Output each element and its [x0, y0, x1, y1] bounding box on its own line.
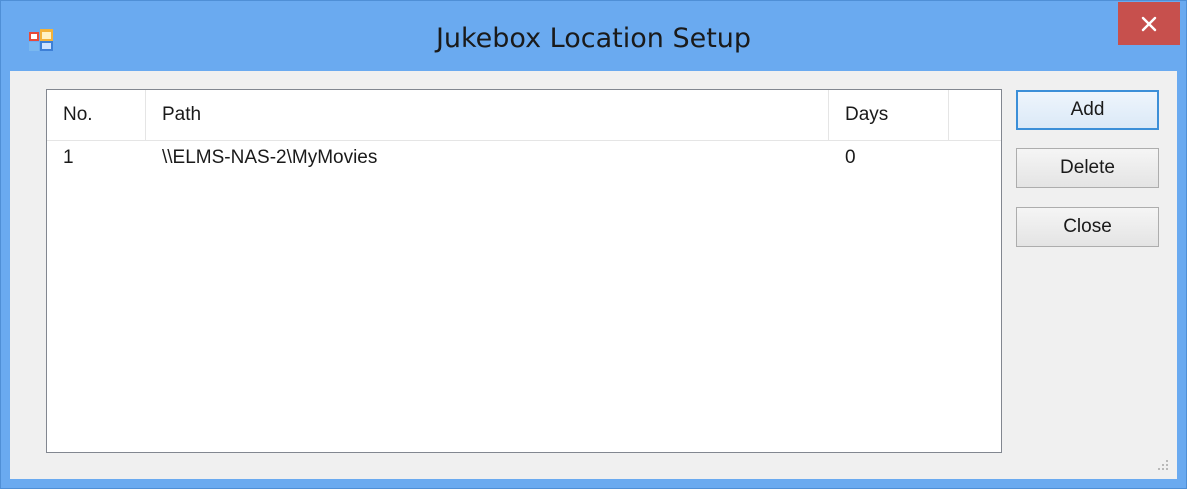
cell-days: 0 — [845, 147, 856, 168]
resize-grip-icon[interactable] — [1155, 457, 1169, 471]
cell-path: \\ELMS-NAS-2\MyMovies — [162, 147, 378, 168]
column-header-days[interactable]: Days — [829, 90, 949, 140]
title-bar[interactable]: Jukebox Location Setup — [1, 1, 1186, 71]
close-button[interactable]: Close — [1016, 207, 1159, 247]
column-header-empty[interactable] — [949, 90, 1001, 140]
jukebox-location-setup-window: Jukebox Location Setup No. Path Days 1 \… — [0, 0, 1187, 489]
window-title: Jukebox Location Setup — [435, 23, 752, 54]
column-header-label: Days — [845, 104, 889, 125]
column-header-path[interactable]: Path — [146, 90, 829, 140]
column-header-label: Path — [162, 104, 202, 125]
delete-button[interactable]: Delete — [1016, 148, 1159, 188]
dialog-client-area: No. Path Days 1 \\ELMS-NAS-2\MyMovies 0 … — [10, 71, 1177, 479]
cell-no: 1 — [63, 147, 74, 168]
column-header-label: No. — [63, 104, 93, 125]
list-header: No. Path Days — [47, 90, 1001, 141]
add-button[interactable]: Add — [1016, 90, 1159, 130]
close-icon — [1141, 16, 1157, 31]
location-list[interactable]: No. Path Days 1 \\ELMS-NAS-2\MyMovies 0 — [46, 89, 1002, 453]
column-header-no[interactable]: No. — [47, 90, 146, 140]
list-item[interactable]: 1 \\ELMS-NAS-2\MyMovies 0 — [47, 140, 1001, 176]
close-window-button[interactable] — [1118, 2, 1180, 45]
